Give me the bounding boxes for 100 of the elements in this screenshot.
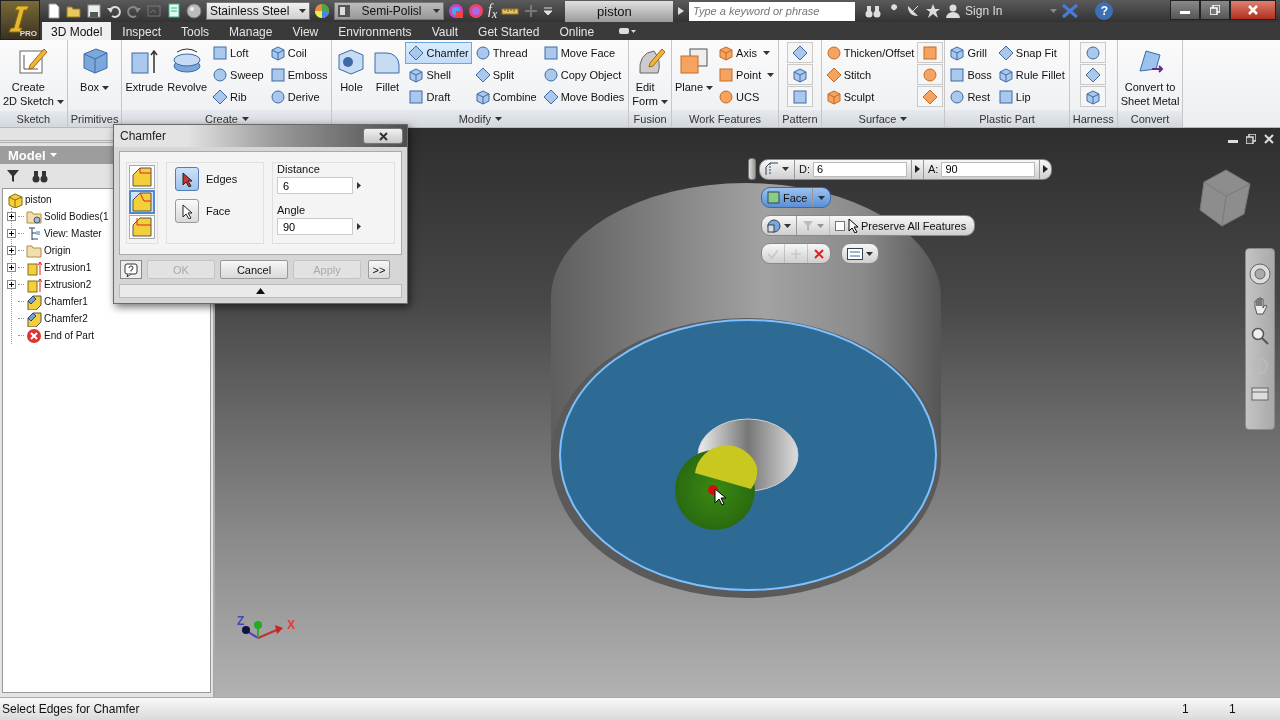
tree-item[interactable]: Extrusion2 — [44, 279, 92, 290]
material-dropdown[interactable]: Stainless Steel — [206, 2, 310, 20]
new-file-icon[interactable] — [46, 3, 62, 19]
color-wheel-icon[interactable] — [314, 3, 330, 19]
restore-button[interactable] — [1200, 0, 1230, 20]
tool-button[interactable]: Rest — [946, 86, 995, 108]
tool-button[interactable]: Sweep — [209, 64, 267, 86]
face-button[interactable]: Face — [761, 187, 832, 208]
color-wheel-icon[interactable] — [468, 3, 484, 19]
tool-button[interactable]: Emboss — [266, 64, 331, 86]
arrow-icon[interactable] — [357, 182, 361, 189]
tool-button[interactable]: Grill — [946, 42, 995, 64]
tree-item[interactable]: Solid Bodies(1 — [44, 211, 109, 222]
sign-in-link[interactable]: Sign In — [965, 4, 1003, 18]
tool-button[interactable] — [917, 42, 944, 63]
parameters-button[interactable]: f$_{x}$ — [488, 1, 498, 21]
ribbon-tab[interactable]: 3D Model — [42, 22, 112, 40]
tool-button[interactable]: Thread — [471, 42, 540, 64]
close-button[interactable] — [363, 128, 403, 144]
chamfer-method-button[interactable] — [129, 190, 155, 214]
tree-item[interactable]: Chamfer2 — [44, 313, 88, 324]
tool-button[interactable]: Boss — [946, 64, 995, 86]
tool-button[interactable]: UCS — [715, 86, 778, 108]
app-logo[interactable]: PRO — [0, 0, 40, 40]
star-icon[interactable] — [925, 3, 942, 19]
appearance-dropdown[interactable]: Semi-Polisl — [334, 2, 444, 20]
sphere-icon[interactable] — [186, 3, 202, 19]
angle-field[interactable]: 90 — [277, 218, 353, 235]
tool-button[interactable]: Rib — [209, 86, 267, 108]
steering-wheel-icon[interactable] — [1249, 263, 1271, 285]
tree-item[interactable]: End of Part — [44, 330, 95, 341]
ribbon-tab[interactable]: Environments — [329, 22, 421, 40]
binoculars-icon[interactable] — [32, 169, 48, 183]
tool-button[interactable]: Thicken/Offset — [822, 42, 918, 64]
tool-button[interactable]: Draft — [405, 86, 472, 108]
arrow-button[interactable] — [912, 159, 924, 179]
tool-button[interactable] — [1080, 86, 1107, 107]
tool-button[interactable] — [917, 64, 944, 85]
tool-button[interactable]: Hole — [333, 42, 370, 97]
tool-button[interactable]: Combine — [471, 86, 540, 108]
tool-button[interactable]: Create 2D Sketch — [1, 42, 66, 111]
tool-button[interactable]: Rule Fillet — [994, 64, 1068, 86]
document-tab[interactable]: piston — [565, 0, 674, 22]
tool-button[interactable]: Stitch — [822, 64, 918, 86]
x-logo-icon[interactable] — [1061, 3, 1080, 19]
distance-field[interactable]: 6 — [277, 177, 353, 194]
restore-icon[interactable] — [1246, 134, 1256, 144]
tool-button[interactable]: Loft — [209, 42, 267, 64]
tool-button[interactable] — [786, 42, 813, 63]
ribbon-toggle-icon[interactable] — [619, 27, 638, 35]
tree-item[interactable]: piston — [25, 194, 52, 205]
tool-button[interactable]: Snap Fit — [994, 42, 1068, 64]
document-icon[interactable] — [166, 3, 182, 19]
selection-mode-button[interactable] — [175, 167, 199, 191]
dialog-button[interactable]: Cancel — [220, 260, 288, 279]
tool-button[interactable]: Move Bodies — [539, 86, 628, 108]
tool-button[interactable]: Chamfer — [405, 42, 472, 64]
tool-button[interactable] — [786, 64, 813, 85]
arrow-icon[interactable] — [357, 223, 361, 230]
ribbon-tab[interactable]: Tools — [172, 22, 219, 40]
expand-toggle[interactable] — [7, 263, 16, 272]
tool-button[interactable]: Extrude — [123, 42, 166, 97]
hand-icon[interactable] — [1252, 297, 1268, 315]
open-folder-icon[interactable] — [66, 3, 82, 19]
expand-arrow-icon[interactable] — [256, 288, 265, 294]
tool-button[interactable] — [1080, 42, 1107, 63]
ribbon-tab[interactable]: Get Started — [469, 22, 549, 40]
ribbon-tab[interactable]: Inspect — [113, 22, 171, 40]
help-button[interactable] — [120, 260, 142, 279]
distance-field[interactable]: 6 — [813, 161, 907, 177]
expand-toggle[interactable] — [7, 212, 16, 221]
filter-icon[interactable] — [6, 169, 20, 183]
save-icon[interactable] — [86, 3, 102, 19]
tool-button[interactable]: Shell — [405, 64, 472, 86]
close-icon[interactable] — [1264, 134, 1274, 144]
tool-button[interactable]: Sculpt — [822, 86, 918, 108]
ribbon-tab[interactable]: Online — [550, 22, 604, 40]
search-field[interactable]: Type a keyword or phrase — [689, 1, 856, 21]
expand-toggle[interactable] — [7, 229, 16, 238]
tool-button[interactable]: Derive — [266, 86, 331, 108]
tool-button[interactable] — [1080, 64, 1107, 85]
zoom-icon[interactable] — [1251, 327, 1269, 345]
user-icon[interactable] — [945, 3, 962, 19]
chamfer-method-button[interactable] — [129, 215, 155, 239]
tool-button[interactable]: Split — [471, 64, 540, 86]
tool-button[interactable]: Lip — [994, 86, 1068, 108]
ribbon-tab[interactable]: Vault — [422, 22, 468, 40]
close-button[interactable] — [1230, 0, 1276, 20]
tree-item[interactable]: Origin — [44, 245, 71, 256]
expand-toggle[interactable] — [7, 246, 16, 255]
tool-button[interactable]: Fillet — [369, 42, 406, 97]
dropdown-icon[interactable] — [543, 6, 554, 16]
tool-button[interactable] — [786, 86, 813, 107]
angle-field[interactable]: 90 — [941, 161, 1036, 177]
color-wheel-icon[interactable] — [448, 3, 464, 19]
tree-item[interactable]: Extrusion1 — [44, 262, 92, 273]
ribbon-tab[interactable]: Manage — [220, 22, 282, 40]
tool-button[interactable]: Point — [715, 64, 778, 86]
arrow-icon[interactable] — [677, 6, 686, 16]
binoculars-icon[interactable] — [865, 3, 882, 19]
